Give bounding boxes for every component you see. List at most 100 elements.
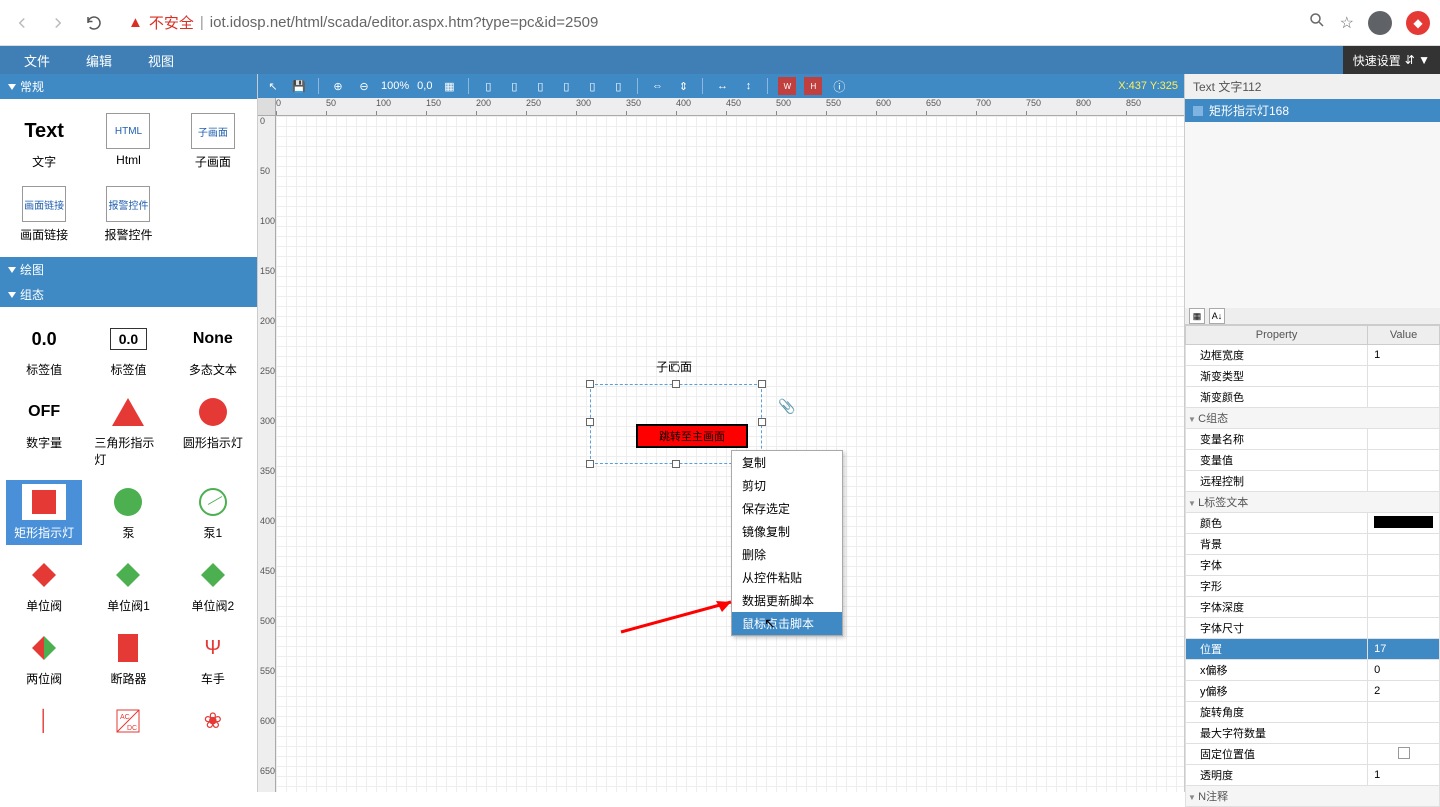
context-menu-item[interactable]: 删除 [732,543,842,566]
property-value[interactable] [1368,597,1440,618]
pointer-tool[interactable]: ↖ [264,77,282,95]
property-value[interactable] [1368,429,1440,450]
context-menu-item[interactable]: 从控件粘贴 [732,566,842,589]
property-group[interactable]: L标签文本 [1186,492,1440,513]
align-top[interactable]: ▯ [557,77,575,95]
sel-handle-s[interactable] [672,460,680,468]
tool-rect-led[interactable]: 矩形指示灯 [6,480,82,545]
property-value[interactable] [1368,744,1440,765]
zoom-in[interactable]: ⊕ [329,77,347,95]
panel-drawing[interactable]: 绘图 [0,257,257,282]
property-value[interactable]: 1 [1368,345,1440,366]
canvas[interactable]: 子画面 📎 跳转至主画面 复制剪切保存选定镜像复制删除从控件粘贴数据更新脚本鼠标… [276,116,1184,792]
dist-h[interactable]: ⇔ [648,77,666,95]
property-name[interactable]: 渐变类型 [1186,366,1368,387]
btn-w[interactable]: W [778,77,796,95]
back-button[interactable] [10,11,34,35]
property-name[interactable]: 最大字符数量 [1186,723,1368,744]
property-name[interactable]: 渐变颜色 [1186,387,1368,408]
tool-tagval[interactable]: 0.0标签值 [6,317,82,382]
tool-valve1[interactable]: 单位阀1 [90,553,166,618]
property-name[interactable]: 远程控制 [1186,471,1368,492]
sel-handle-nw[interactable] [586,380,594,388]
property-value[interactable] [1368,387,1440,408]
sel-handle-e[interactable] [758,418,766,426]
property-name[interactable]: 变量值 [1186,450,1368,471]
tool-twovalve[interactable]: 两位阀 [6,626,82,691]
property-value[interactable] [1368,366,1440,387]
tool-valve[interactable]: 单位阀 [6,553,82,618]
align-left[interactable]: ▯ [479,77,497,95]
align-center[interactable]: ▯ [505,77,523,95]
property-name[interactable]: y偏移 [1186,681,1368,702]
property-value[interactable]: 17 [1368,639,1440,660]
property-name[interactable]: 字形 [1186,576,1368,597]
zoom-out[interactable]: ⊖ [355,77,373,95]
tool-tagval2[interactable]: 0.0标签值 [90,317,166,382]
tool-hand[interactable]: Ψ车手 [175,626,251,691]
property-name[interactable]: 边框宽度 [1186,345,1368,366]
property-value[interactable] [1368,534,1440,555]
tool-breaker[interactable]: 断路器 [90,626,166,691]
tool-extra3[interactable]: ❀ [175,699,251,743]
property-name[interactable]: 固定位置值 [1186,744,1368,765]
menu-view[interactable]: 视图 [130,51,192,70]
dist-v[interactable]: ⇕ [674,77,692,95]
context-menu-item[interactable]: 复制 [732,451,842,474]
sel-handle-w[interactable] [586,418,594,426]
property-name[interactable]: 位置 [1186,639,1368,660]
quick-settings[interactable]: 快速设置 ⇵ ▼ [1343,46,1440,74]
property-name[interactable]: 字体深度 [1186,597,1368,618]
context-menu-item[interactable]: 鼠标点击脚本 [732,612,842,635]
context-menu-item[interactable]: 剪切 [732,474,842,497]
property-name[interactable]: 背景 [1186,534,1368,555]
property-name[interactable]: 字体 [1186,555,1368,576]
account-icon[interactable]: ◆ [1406,11,1430,35]
tool-text[interactable]: Text文字 [6,109,82,174]
property-value[interactable]: 0 [1368,660,1440,681]
tool-pagelink[interactable]: 画面链接画面链接 [6,182,82,247]
same-width[interactable]: ↔ [713,77,731,95]
save-button[interactable]: 💾 [290,77,308,95]
tool-extra2[interactable]: ACDC [90,699,166,743]
tool-multitext[interactable]: None多态文本 [175,317,251,382]
context-menu-item[interactable]: 保存选定 [732,497,842,520]
property-name[interactable]: 颜色 [1186,513,1368,534]
alphabetic-button[interactable]: A↓ [1209,308,1225,324]
property-name[interactable]: 字体尺寸 [1186,618,1368,639]
tb-btn[interactable]: ▦ [440,77,458,95]
sel-handle-n[interactable] [672,380,680,388]
tool-circle-led[interactable]: 圆形指示灯 [175,390,251,472]
align-bottom[interactable]: ▯ [609,77,627,95]
tool-html[interactable]: HTMLHtml [90,109,166,174]
zoom-icon[interactable] [1308,11,1326,34]
forward-button[interactable] [46,11,70,35]
tool-subcanvas[interactable]: 子画面子画面 [175,109,251,174]
property-value[interactable] [1368,513,1440,534]
btn-h[interactable]: H [804,77,822,95]
property-name[interactable]: 旋转角度 [1186,702,1368,723]
same-height[interactable]: ↕ [739,77,757,95]
info-button[interactable]: ⓘ [830,77,848,95]
tool-valve2[interactable]: 单位阀2 [175,553,251,618]
property-value[interactable]: 2 [1368,681,1440,702]
profile-icon[interactable] [1368,11,1392,35]
breadcrumb[interactable]: Text 文字112 [1185,74,1440,99]
tool-digital[interactable]: OFF数字量 [6,390,82,472]
sel-handle-sw[interactable] [586,460,594,468]
panel-general[interactable]: 常规 [0,74,257,99]
categorized-button[interactable]: ▦ [1189,308,1205,324]
align-middle[interactable]: ▯ [583,77,601,95]
menu-file[interactable]: 文件 [6,51,68,70]
object-item[interactable]: 矩形指示灯168 [1185,99,1440,122]
url-bar[interactable]: ▲ 不安全 | iot.idosp.net/html/scada/editor.… [118,12,1296,33]
property-value[interactable]: 1 [1368,765,1440,786]
tool-pump[interactable]: 泵 [90,480,166,545]
property-group[interactable]: N注释 [1186,786,1440,807]
tool-triangle-led[interactable]: 三角形指示灯 [90,390,166,472]
property-name[interactable]: 透明度 [1186,765,1368,786]
property-value[interactable] [1368,471,1440,492]
context-menu-item[interactable]: 镜像复制 [732,520,842,543]
property-value[interactable] [1368,555,1440,576]
property-value[interactable] [1368,450,1440,471]
